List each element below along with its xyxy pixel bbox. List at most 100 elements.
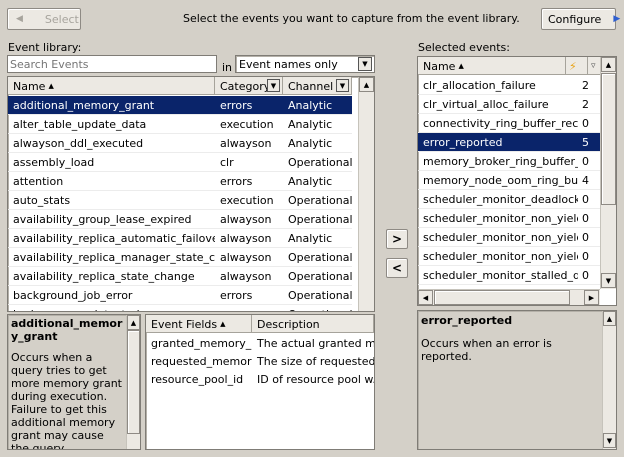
event-name-cell: background_job_error [13,288,133,302]
event-category-cell: execution [220,193,274,207]
selected-event-description-text: Occurs when an error is reported. [421,337,552,363]
scroll-thumb[interactable] [601,73,616,205]
field-name-cell: granted_memory_kb [151,337,252,350]
selected-event-name-cell: memory_broker_ring_buffer_rec... [423,154,578,168]
table-row[interactable]: error_reported 5 [418,133,600,152]
event-channel-cell: Analytic [288,136,333,150]
table-row[interactable]: attention errors Analytic [8,172,352,191]
select-button[interactable]: ◀ Select [7,8,81,30]
scroll-up-icon[interactable]: ▲ [601,57,616,72]
filter-dropdown-icon[interactable]: ▼ [336,79,349,92]
chevron-down-icon[interactable]: ▼ [358,57,372,71]
search-scope-dropdown[interactable]: Event names only ▼ [235,55,375,73]
table-row[interactable]: availability_replica_automatic_failover_… [8,229,352,248]
selected-events-scrollbar[interactable]: ▲ ▼ [600,57,616,289]
column-header-description[interactable]: Description [252,315,374,333]
table-row[interactable]: connectivity_ring_buffer_recorded 0 [418,114,600,133]
event-channel-cell: Analytic [288,98,333,112]
in-label: in [222,61,233,74]
table-row[interactable]: availability_group_lease_expired alwayson… [8,210,352,229]
filter-dropdown-icon[interactable]: ▼ [267,79,280,92]
column-header-channel[interactable]: Channel ▼ [283,77,352,95]
description-scrollbar[interactable]: ▲ [126,315,140,449]
horizontal-scrollbar[interactable]: ◀ ▶ [418,289,600,305]
table-row[interactable]: memory_broker_ring_buffer_rec... 0 [418,152,600,171]
selected-event-count-cell: 0 [582,249,589,263]
event-name-cell: bad_memory_detected [8,305,215,312]
selected-events-header: Name ▲ ⚡ ▿ [418,57,602,75]
table-row[interactable]: scheduler_monitor_deadlock_ring... 0 [418,190,600,209]
search-scope-value: Event names only [239,58,338,71]
table-row[interactable]: alwayson_ddl_executed alwayson Analytic [8,134,352,153]
add-event-button[interactable]: > [386,229,408,249]
scroll-up-icon[interactable]: ▲ [127,315,140,330]
table-row[interactable]: scheduler_monitor_stalled_dispat... 0 [418,266,600,285]
selected-description-scrollbar[interactable]: ▲ ▼ [602,311,616,449]
event-library-label: Event library: [8,41,82,54]
field-description-cell: ID of resource pool w... [257,373,374,386]
scroll-right-icon[interactable]: ▶ [584,290,599,305]
table-row[interactable]: alter_table_update_data execution Analytic [8,115,352,134]
table-row[interactable]: background_job_error errors Operational [8,286,352,305]
event-fields-header: Event Fields ▲ Description [146,315,374,333]
selected-event-name-cell: scheduler_monitor_non_yielding_... [423,249,578,263]
table-row[interactable]: clr_virtual_alloc_failure 2 [418,95,600,114]
selected-event-count-cell: 0 [582,211,589,225]
event-category-cell: alwayson [220,136,272,150]
table-row[interactable]: granted_memory_kb The actual granted me..… [146,334,374,353]
event-category-cell: alwayson [220,269,272,283]
select-button-label: Select [44,12,79,26]
event-channel-cell: Analytic [288,174,333,188]
table-row[interactable]: scheduler_monitor_non_yielding_... 0 [418,247,600,266]
event-channel-cell: Operational [288,250,352,264]
selected-event-count-cell: 4 [582,173,589,187]
table-row[interactable]: additional_memory_grant errors Analytic [8,96,352,115]
event-description-text: Occurs when a query tries to get more me… [11,351,122,450]
field-name-cell: requested_memory_kb [151,355,252,368]
scroll-up-icon[interactable]: ▲ [603,311,616,326]
event-channel-cell: Operational [288,193,352,207]
scroll-thumb-horizontal[interactable] [434,290,570,305]
scroll-up-icon[interactable]: ▲ [359,77,374,92]
filter-icon: ▿ [591,61,596,71]
column-header-name[interactable]: Name ▲ [418,57,566,75]
column-header-name[interactable]: Name ▲ [8,77,215,95]
chevron-left-icon: < [391,261,403,275]
scroll-down-icon[interactable]: ▼ [603,433,616,448]
column-header-event-fields[interactable]: Event Fields ▲ [146,315,252,333]
search-events-input[interactable] [7,55,217,73]
table-row[interactable]: resource_pool_id ID of resource pool w... [146,370,374,389]
table-row[interactable]: auto_stats execution Operational [8,191,352,210]
column-header-category[interactable]: Category ▼ [215,77,283,95]
configure-button-label: Configure [548,12,602,26]
remove-event-button[interactable]: < [386,258,408,278]
selected-event-count-cell: 0 [582,154,589,168]
selected-event-name-cell: scheduler_monitor_stalled_dispat... [423,268,578,282]
scroll-thumb[interactable] [127,330,140,434]
event-category-cell: errors [220,98,253,112]
table-row[interactable]: scheduler_monitor_non_yielding_... 0 [418,228,600,247]
scroll-down-icon[interactable]: ▼ [601,273,616,288]
table-row[interactable]: requested_memory_kb The size of requested… [146,352,374,371]
configure-button[interactable]: Configure ▶ [541,8,620,30]
event-name-cell: attention [13,174,64,188]
event-channel-cell: Operational [288,155,352,169]
selected-event-count-cell: 0 [582,116,589,130]
table-row[interactable]: bad_memory_detectedmemoryOperational [8,305,352,312]
scroll-left-icon[interactable]: ◀ [418,290,433,305]
column-header-actions[interactable]: ⚡ [566,57,588,75]
table-row[interactable]: assembly_load clr Operational [8,153,352,172]
event-name-cell: auto_stats [13,193,71,207]
table-row[interactable]: availability_replica_state_change alwayso… [8,267,352,286]
event-library-scrollbar[interactable]: ▲ [358,77,374,311]
table-row[interactable]: scheduler_monitor_non_yielding_... 0 [418,209,600,228]
field-description-cell: The actual granted me... [257,337,374,350]
event-library-header: Name ▲ Category ▼ Channel ▼ [8,77,352,95]
table-row[interactable]: clr_allocation_failure 2 [418,76,600,95]
table-row[interactable]: memory_node_oom_ring_buffer_... 4 [418,171,600,190]
event-category-cell: memory [215,305,283,312]
event-name-cell: assembly_load [13,155,95,169]
lightning-icon: ⚡ [569,59,577,73]
event-category-cell: errors [220,288,253,302]
table-row[interactable]: availability_replica_manager_state_chang… [8,248,352,267]
